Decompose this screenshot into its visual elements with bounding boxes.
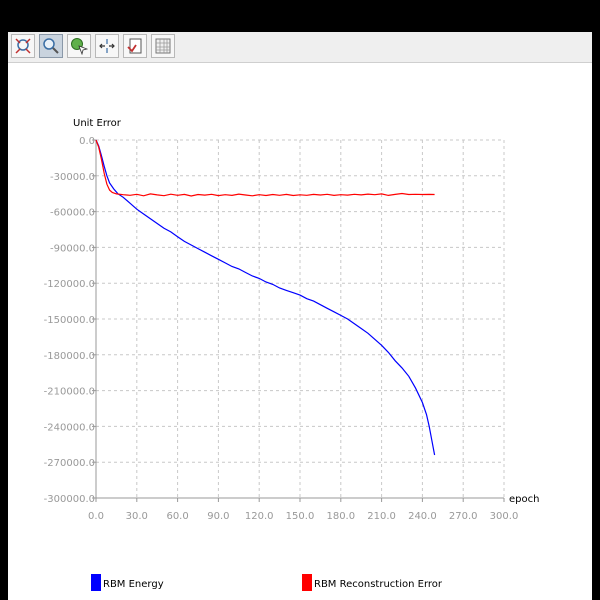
legend-swatch-rbm-energy [91,574,101,591]
y-tick-label: 0.0 [79,136,95,147]
legend-label-rbm-energy: RBM Energy [103,579,164,590]
series-line-rbm-reconstruction-error [95,139,435,197]
y-tick-label: -240000.0 [44,422,95,433]
y-axis-label: Unit Error [73,118,122,129]
x-tick-label: 30.0 [126,511,148,522]
y-tick-label: -150000.0 [44,315,95,326]
x-tick-label: 150.0 [286,511,315,522]
grid-lines [96,139,505,498]
y-tick-label: -210000.0 [44,387,95,398]
x-tick-label: 90.0 [207,511,229,522]
x-tick-label: 210.0 [367,511,396,522]
x-tick-label: 270.0 [449,511,478,522]
x-tick-label: 240.0 [408,511,437,522]
series-line-rbm-energy [95,139,436,456]
x-tick-label: 60.0 [166,511,188,522]
x-axis-label: epoch [509,494,539,505]
y-tick-label: -300000.0 [44,494,95,505]
legend-swatch-rbm-reconstruction-error [302,574,312,591]
x-tick-label: 0.0 [88,511,104,522]
y-tick-label: -270000.0 [44,458,95,469]
x-tick-label: 300.0 [490,511,519,522]
x-tick-label: 120.0 [245,511,274,522]
y-tick-label: -180000.0 [44,351,95,362]
legend-label-rbm-reconstruction-error: RBM Reconstruction Error [314,579,443,590]
y-tick-label: -60000.0 [50,208,95,219]
x-tick-label: 180.0 [326,511,355,522]
series-lines [95,139,436,456]
y-tick-label: -90000.0 [50,243,95,254]
y-tick-label: -120000.0 [44,279,95,290]
y-tick-label: -30000.0 [50,172,95,183]
legend: RBM Energy RBM Reconstruction Error [91,574,443,591]
line-chart: 0.0 30.0 60.0 90.0 120.0 150.0 180.0 210.0 240.0… [44,118,539,591]
